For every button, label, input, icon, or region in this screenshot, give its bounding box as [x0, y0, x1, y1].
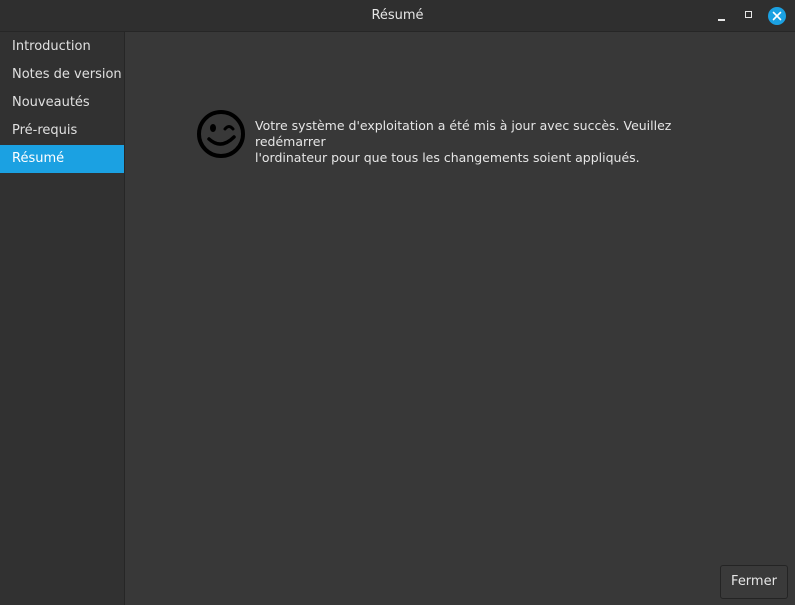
- success-message-line-1: Votre système d'exploitation a été mis à…: [255, 118, 672, 149]
- fermer-button[interactable]: Fermer: [720, 565, 788, 599]
- sidebar-item-introduction[interactable]: Introduction: [0, 33, 124, 61]
- sidebar-item-resume[interactable]: Résumé: [0, 145, 124, 173]
- sidebar-item-nouveautes[interactable]: Nouveautés: [0, 89, 124, 117]
- window: Résumé Introduction Notes de version Nou…: [0, 0, 795, 605]
- maximize-button[interactable]: [741, 7, 759, 25]
- wink-smiley-icon: [196, 109, 246, 159]
- window-title: Résumé: [371, 8, 424, 23]
- success-message-line-2: l'ordinateur pour que tous les changemen…: [255, 150, 640, 165]
- sidebar: Introduction Notes de version Nouveautés…: [0, 32, 125, 605]
- title-bar[interactable]: Résumé: [0, 0, 795, 32]
- minimize-icon: [718, 19, 725, 21]
- sidebar-item-notes-de-version[interactable]: Notes de version: [0, 61, 124, 89]
- minimize-button[interactable]: [713, 7, 731, 25]
- sidebar-item-pre-requis[interactable]: Pré-requis: [0, 117, 124, 145]
- close-icon: [768, 7, 786, 25]
- maximize-icon: [745, 11, 752, 18]
- main-content: Votre système d'exploitation a été mis à…: [125, 32, 795, 605]
- close-window-button[interactable]: [768, 7, 786, 25]
- success-message: Votre système d'exploitation a été mis à…: [255, 118, 735, 166]
